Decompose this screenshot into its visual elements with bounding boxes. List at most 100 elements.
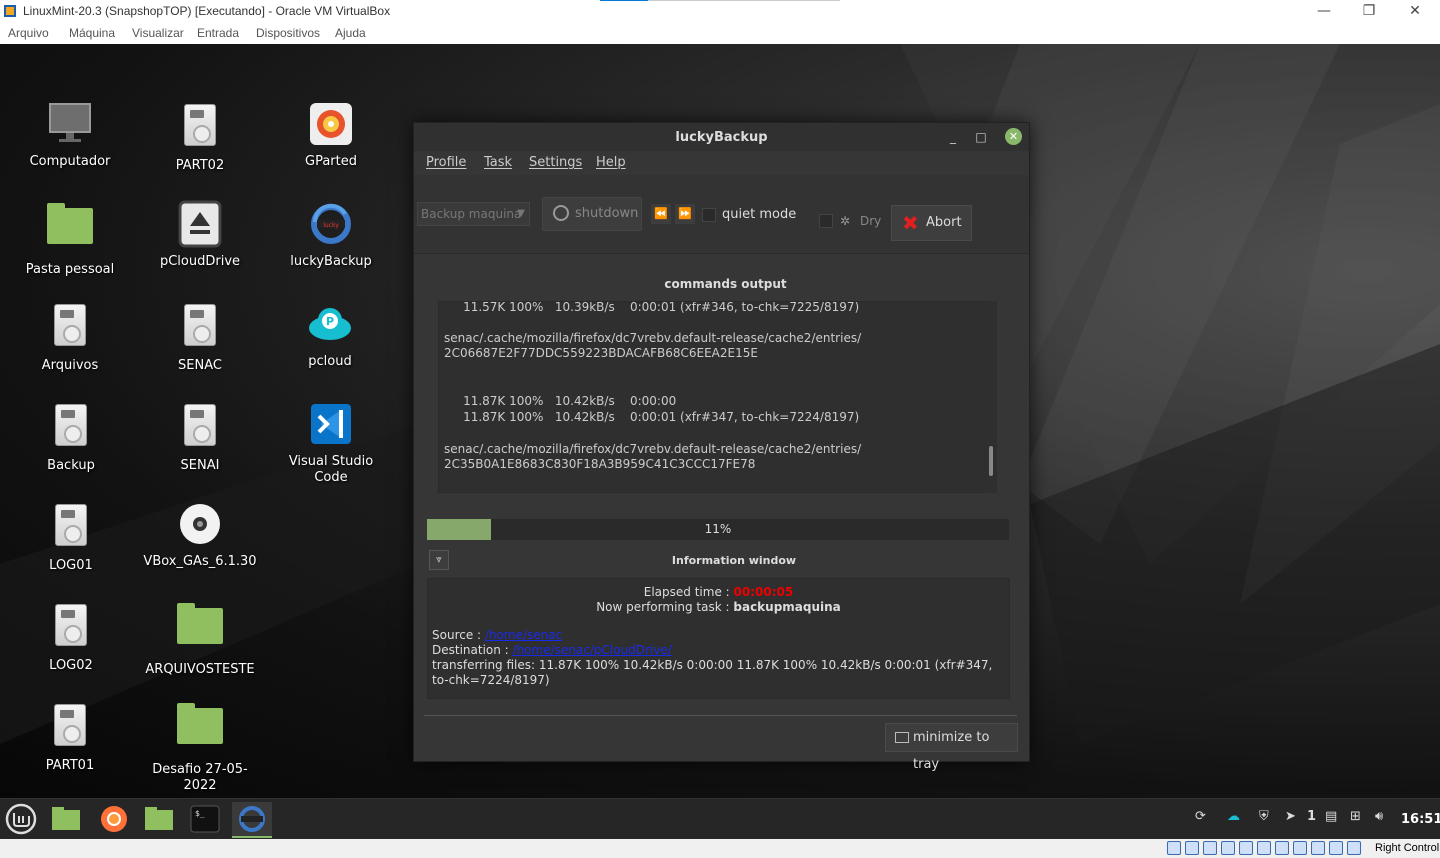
destination-link[interactable]: /home/senac/pCloudDrive/ [513, 643, 672, 657]
display-icon[interactable] [1275, 841, 1289, 855]
taskbar-files-2[interactable] [141, 802, 177, 836]
luckybackup-titlebar[interactable]: luckyBackup _ □ ✕ [414, 123, 1029, 151]
linux-mint-icon [5, 803, 37, 835]
drive-icon [55, 504, 87, 546]
previous-icon[interactable]: ⏪ [651, 204, 671, 224]
desktop-icon-luckybackup[interactable]: lucky luckyBackup [271, 200, 391, 270]
desktop-icon-senai[interactable]: SENAI [140, 400, 260, 474]
commands-output-text[interactable]: 11.57K 100% 10.39kB/s 0:00:01 (xfr#346, … [438, 301, 996, 493]
shutdown-button[interactable]: shutdown [542, 197, 642, 231]
desktop-icon-label: ARQUIVOSTESTE [145, 662, 255, 677]
host-menu-ajuda[interactable]: Ajuda [335, 26, 366, 40]
next-icon[interactable]: ⏩ [675, 204, 695, 224]
clock[interactable]: 16:51 [1401, 812, 1440, 827]
notification-icon[interactable]: ➤ [1285, 809, 1296, 824]
menu-help[interactable]: Help [596, 155, 626, 170]
hard-disk-icon[interactable] [1167, 841, 1181, 855]
eject-drive-icon [178, 200, 222, 248]
gparted-icon [310, 103, 352, 145]
desktop-icon-arquivos[interactable]: Arquivos [10, 300, 130, 374]
profile-select[interactable]: Backup maquina ▼ [417, 202, 530, 226]
desktop-icon-log01[interactable]: LOG01 [11, 500, 131, 574]
pcloud-tray-icon[interactable]: ☁ [1227, 809, 1240, 824]
minimize-window-button[interactable]: _ [943, 127, 963, 147]
host-menu-entrada[interactable]: Entrada [197, 26, 239, 40]
abort-button[interactable]: ✖ Abort [891, 205, 972, 241]
menu-profile[interactable]: Profile [426, 155, 466, 170]
drive-icon [55, 604, 87, 646]
tray-icon [895, 732, 909, 743]
host-close-button[interactable]: ✕ [1400, 2, 1430, 20]
luckybackup-icon: lucky [311, 203, 351, 244]
desktop-icon-label: GParted [305, 154, 357, 169]
chevron-down-icon: ▼ [517, 208, 525, 219]
dry-run-checkbox[interactable] [819, 214, 833, 228]
taskbar: $_ ⟳ ☁ ⛨ ➤ 1 ▤ ⊞ 🔊︎ 16:51 [0, 798, 1440, 840]
host-key-label: Right Control [1375, 842, 1440, 854]
backup-progress-bar: 11% [427, 519, 1009, 540]
desktop-icon-desafio[interactable]: Desafio 27-05-2022 [140, 700, 260, 794]
taskbar-files[interactable] [48, 802, 84, 836]
keyboard-icon[interactable] [1347, 841, 1361, 855]
desktop-icon-label: LOG02 [49, 658, 93, 673]
desktop-icon-vscode[interactable]: Visual Studio Code [271, 400, 391, 486]
minimize-to-tray-button[interactable]: minimize to tray [885, 723, 1018, 772]
quiet-mode-checkbox[interactable] [702, 208, 716, 222]
host-menu-maquina[interactable]: Máquina [69, 26, 115, 40]
desktop-icon-label: SENAI [180, 458, 220, 473]
close-window-button[interactable]: ✕ [1005, 128, 1022, 145]
mouse-integration-icon[interactable] [1329, 841, 1343, 855]
output-scrollbar[interactable] [985, 301, 997, 493]
output-line: 11.57K 100% 10.39kB/s 0:00:01 (xfr#346, … [444, 301, 860, 314]
workspace-indicator[interactable]: 1 [1307, 809, 1316, 824]
clipboard-icon[interactable]: ▤ [1325, 809, 1337, 824]
desktop-icon-label: PART02 [175, 158, 225, 173]
profile-select-value: Backup maquina [421, 207, 522, 221]
desktop-icon-senac[interactable]: SENAC [140, 300, 260, 374]
usb-icon[interactable] [1239, 841, 1253, 855]
source-label: Source : [432, 628, 485, 642]
cpu-icon[interactable] [1311, 841, 1325, 855]
destination-label: Destination : [432, 643, 513, 657]
shared-folder-icon[interactable] [1257, 841, 1271, 855]
taskbar-firefox[interactable] [96, 802, 132, 836]
recording-icon[interactable] [1293, 841, 1307, 855]
quiet-mode-label: quiet mode [722, 207, 797, 222]
maximize-window-button[interactable]: □ [971, 127, 991, 147]
folder-icon [52, 807, 80, 830]
desktop-icon-arquivosteste[interactable]: ARQUIVOSTESTE [140, 600, 260, 678]
host-menu-dispositivos[interactable]: Dispositivos [256, 26, 320, 40]
taskbar-luckybackup[interactable] [232, 802, 272, 838]
network-adapter-icon[interactable] [1221, 841, 1235, 855]
optical-drive-icon[interactable] [1185, 841, 1199, 855]
desktop-icon-pclouddrive[interactable]: pCloudDrive [140, 200, 260, 270]
desktop-icon-computador[interactable]: Computador [10, 100, 130, 170]
firefox-icon [101, 806, 127, 832]
sync-icon[interactable]: ⟳ [1195, 809, 1206, 824]
network-icon[interactable]: ⊞ [1350, 809, 1361, 824]
host-menu-visualizar[interactable]: Visualizar [132, 26, 184, 40]
scrollbar-thumb[interactable] [989, 446, 993, 476]
dry-run-icon: ✲ [840, 214, 851, 228]
desktop-icon-pasta-pessoal[interactable]: Pasta pessoal [10, 200, 130, 278]
host-menubar: Arquivo Máquina Visualizar Entrada Dispo… [0, 23, 1440, 44]
taskbar-terminal[interactable]: $_ [187, 802, 223, 836]
desktop-icon-pcloud[interactable]: P pcloud [270, 300, 390, 370]
volume-icon[interactable]: 🔊︎ [1375, 809, 1383, 824]
host-menu-arquivo[interactable]: Arquivo [8, 26, 49, 40]
mint-menu-button[interactable] [3, 802, 39, 836]
source-link[interactable]: /home/senac [485, 628, 562, 642]
menu-settings[interactable]: Settings [529, 155, 582, 170]
desktop-icon-gparted[interactable]: GParted [271, 100, 391, 170]
host-minimize-button[interactable]: — [1309, 2, 1339, 20]
desktop-icon-backup[interactable]: Backup [11, 400, 131, 474]
desktop-icon-log02[interactable]: LOG02 [11, 600, 131, 674]
menu-task[interactable]: Task [484, 155, 512, 170]
desktop-icon-vbox-gas[interactable]: VBox_GAs_6.1.30 [140, 500, 260, 570]
desktop-icon-part01[interactable]: PART01 [10, 700, 130, 774]
desktop-icon-part02[interactable]: PART02 [140, 100, 260, 174]
host-restore-button[interactable]: ❐ [1354, 2, 1384, 20]
information-window-title: Information window [671, 554, 797, 567]
audio-icon[interactable] [1203, 841, 1217, 855]
shield-icon[interactable]: ⛨ [1259, 809, 1269, 824]
